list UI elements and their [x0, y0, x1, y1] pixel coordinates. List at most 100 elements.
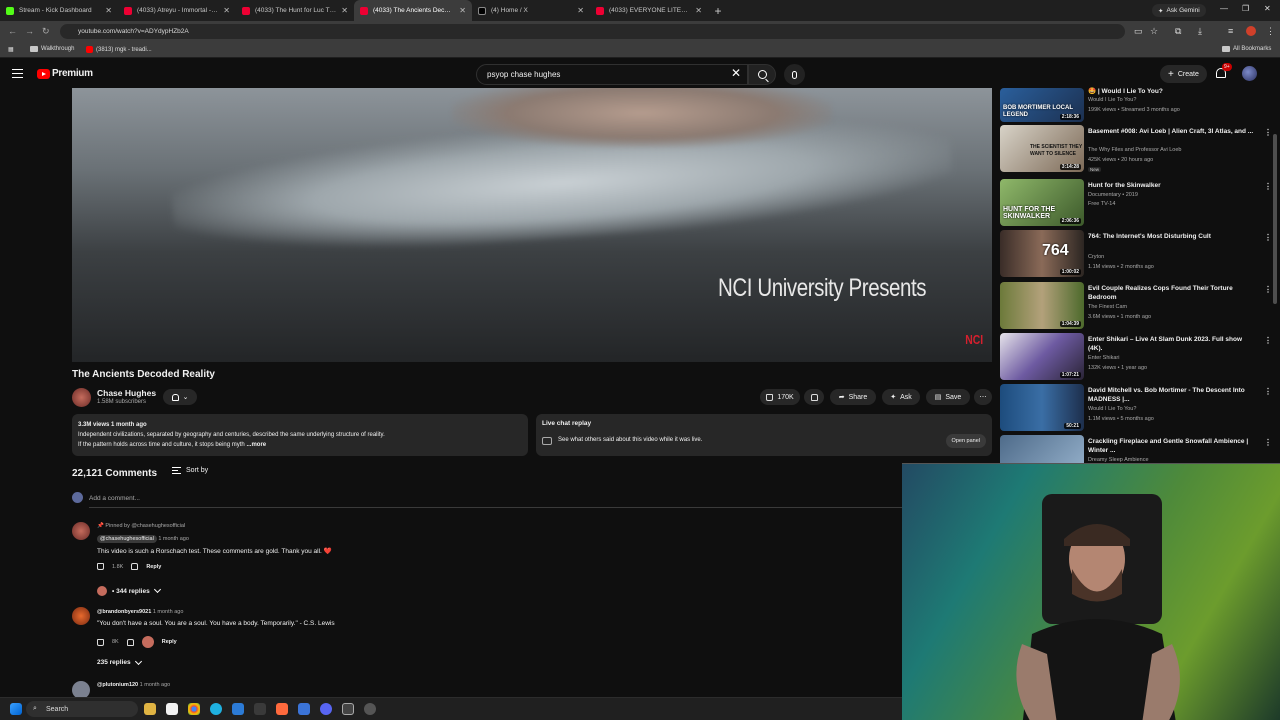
store-icon[interactable]	[166, 703, 178, 715]
recommended-video[interactable]: 1:07:21 Enter Shikari – Live At Slam Dun…	[1000, 333, 1272, 381]
search-input[interactable]: psyop chase hughes	[476, 64, 748, 85]
more-vert-icon[interactable]: ⋮	[1264, 387, 1272, 396]
taskbar-search-box[interactable]: ⌕ Search	[26, 701, 138, 717]
create-button[interactable]: + Create	[1160, 65, 1207, 83]
close-icon[interactable]: ✕	[105, 6, 112, 15]
file-explorer-icon[interactable]	[144, 703, 156, 715]
edge-icon[interactable]	[210, 703, 222, 715]
thumbs-down-icon[interactable]	[126, 638, 134, 646]
clear-search-icon[interactable]: ✕	[731, 66, 741, 80]
browser-tab[interactable]: (4033) The Hunt for Luc The In... ✕	[236, 0, 354, 21]
more-vert-icon[interactable]: ⋮	[1264, 128, 1272, 137]
more-actions-button[interactable]: ⋯	[974, 389, 992, 405]
recommended-video[interactable]: 764 1:00:02 764: The Internet's Most Dist…	[1000, 230, 1272, 278]
browser-tab[interactable]: Stream - Kick Dashboard ✕	[0, 0, 118, 21]
vscode-icon[interactable]	[232, 703, 244, 715]
recommended-video[interactable]: 1:04:39 Evil Couple Realizes Cops Found …	[1000, 282, 1272, 330]
all-bookmarks[interactable]: All Bookmarks	[1222, 46, 1271, 52]
view-replies-button[interactable]: • 344 replies	[97, 585, 161, 596]
more-vert-icon[interactable]: ⋮	[1264, 182, 1272, 191]
video-thumbnail[interactable]	[1000, 435, 1084, 463]
dislike-button[interactable]	[804, 389, 824, 405]
open-panel-button[interactable]: Open panel	[945, 434, 986, 448]
browser-tab[interactable]: (4) Home / X ✕	[472, 0, 590, 21]
description-box[interactable]: 3.3M views 1 month ago Independent civil…	[72, 414, 528, 456]
more-vert-icon[interactable]: ⋮	[1264, 438, 1272, 447]
share-button[interactable]: ➦ Share	[830, 389, 876, 405]
recommended-video[interactable]: HUNT FOR THE SKINWALKER 2:06:36 Hunt for …	[1000, 179, 1272, 227]
voice-search-button[interactable]	[784, 64, 805, 85]
recommended-video[interactable]: Crackling Fireplace and Gentle Snowfall …	[1000, 435, 1272, 463]
channel-name[interactable]: Chase Hughes	[97, 388, 156, 398]
video-player[interactable]: NCI University Presents NCI	[72, 88, 992, 362]
comment-author[interactable]: @chasehughesofficial	[97, 535, 157, 543]
bookmark-walkthrough[interactable]: Walkthrough	[30, 46, 74, 52]
thumbs-down-icon[interactable]	[131, 563, 139, 570]
new-tab-button[interactable]: +	[708, 0, 728, 21]
maximize-icon[interactable]: ❐	[1242, 4, 1249, 13]
close-icon[interactable]: ✕	[577, 6, 584, 15]
cast-icon[interactable]: ▭	[1134, 26, 1143, 37]
recommended-video[interactable]: THE SCIENTIST THEY WANT TO SILENCE 3:14:2…	[1000, 125, 1272, 173]
channel-avatar[interactable]	[72, 388, 91, 407]
browser-tab[interactable]: (4033) Atreyu - Immortal - Yo... ✕	[118, 0, 236, 21]
ask-button[interactable]: ✦ Ask	[882, 389, 920, 405]
comment-time[interactable]: 1 month ago	[153, 609, 184, 615]
save-button[interactable]: ▤ Save	[926, 389, 970, 405]
menu-icon[interactable]: ≡	[1228, 26, 1233, 36]
close-icon[interactable]: ✕	[459, 6, 466, 15]
minimize-icon[interactable]: —	[1220, 4, 1228, 13]
discord-icon[interactable]	[320, 703, 332, 715]
youtube-logo-icon[interactable]	[37, 69, 50, 79]
like-button[interactable]: 170K	[760, 389, 800, 405]
app-icon[interactable]	[276, 703, 288, 715]
account-avatar[interactable]	[1242, 66, 1257, 81]
bookmark-mgk[interactable]: (3813) mgk - treadi...	[86, 46, 152, 53]
comment-author[interactable]: @plutonium120	[97, 682, 138, 688]
browser-tab[interactable]: (4033) EVERYONE LITERALLY CI... ✕	[590, 0, 708, 21]
thumbs-up-icon[interactable]	[97, 638, 104, 646]
view-replies-button[interactable]: 235 replies	[97, 657, 142, 666]
video-thumbnail[interactable]: THE SCIENTIST THEY WANT TO SILENCE 3:14:2…	[1000, 125, 1084, 172]
comment-avatar[interactable]	[72, 607, 90, 625]
download-icon[interactable]: ⤓	[1198, 26, 1202, 37]
youtube-premium-brand[interactable]: Premium	[52, 68, 93, 79]
back-icon[interactable]: ←	[8, 26, 17, 36]
settings-icon[interactable]	[364, 703, 376, 715]
close-icon[interactable]: ✕	[695, 6, 702, 15]
reload-icon[interactable]: ↻	[42, 26, 50, 37]
comment-time[interactable]: 1 month ago	[158, 536, 189, 542]
subscribed-button[interactable]: ⌄	[163, 389, 197, 405]
comment-author[interactable]: @brandonbyers9021	[97, 609, 151, 615]
apps-icon[interactable]: ▦	[8, 46, 14, 53]
add-comment-input[interactable]: Add a comment...	[89, 495, 140, 502]
thumbs-up-icon[interactable]	[97, 563, 104, 570]
comment-time[interactable]: 1 month ago	[140, 682, 171, 688]
bookmark-star-icon[interactable]: ☆	[1150, 26, 1158, 37]
recommended-video[interactable]: 50:21 David Mitchell vs. Bob Mortimer - …	[1000, 384, 1272, 432]
comment-avatar[interactable]	[72, 522, 90, 540]
more-vert-icon[interactable]: ⋮	[1266, 26, 1275, 37]
chrome-icon[interactable]	[188, 703, 200, 715]
video-thumbnail[interactable]: 50:21	[1000, 384, 1084, 431]
video-thumbnail[interactable]: HUNT FOR THE SKINWALKER 2:06:36	[1000, 179, 1084, 226]
video-thumbnail[interactable]: 764 1:00:02	[1000, 230, 1084, 277]
more-vert-icon[interactable]: ⋮	[1264, 233, 1272, 242]
video-thumbnail[interactable]: 1:04:39	[1000, 282, 1084, 329]
video-thumbnail[interactable]: BOB MORTIMER LOCAL LEGEND 2:18:36	[1000, 88, 1084, 122]
video-thumbnail[interactable]: 1:07:21	[1000, 333, 1084, 380]
app-icon[interactable]	[342, 703, 354, 715]
close-icon[interactable]: ✕	[341, 6, 348, 15]
profile-icon[interactable]	[1246, 26, 1256, 36]
reply-button[interactable]: Reply	[146, 564, 161, 570]
close-window-icon[interactable]: ✕	[1264, 4, 1271, 13]
app-icon[interactable]	[298, 703, 310, 715]
hamburger-menu-icon[interactable]	[12, 69, 23, 78]
more-vert-icon[interactable]: ⋮	[1264, 285, 1272, 294]
page-scrollbar[interactable]	[1273, 134, 1277, 304]
show-more-link[interactable]: ...more	[246, 442, 266, 448]
sort-by-button[interactable]: Sort by	[172, 467, 208, 474]
close-icon[interactable]: ✕	[223, 6, 230, 15]
browser-tab-active[interactable]: (4033) The Ancients Decoded R... ✕	[354, 0, 472, 21]
search-button[interactable]	[748, 64, 776, 85]
